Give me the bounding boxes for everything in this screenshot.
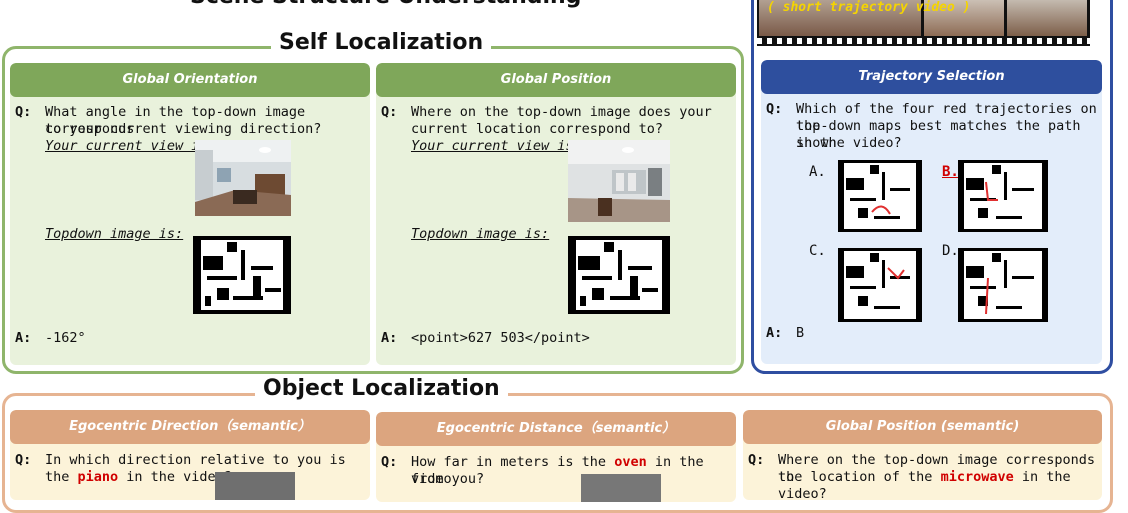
scene-thumbnail xyxy=(215,472,295,500)
egocentric-distance-panel: Egocentric Distance（semantic） Q: How far… xyxy=(376,412,736,502)
video-strip: ( short trajectory video ) xyxy=(757,0,1090,46)
q-label: Q: xyxy=(15,104,32,120)
egocentric-distance-header: Egocentric Distance（semantic） xyxy=(376,412,736,446)
global-position-panel: Global Position Q: Where on the top-down… xyxy=(376,63,736,365)
topdown-label: Topdown image is: xyxy=(45,226,184,242)
object-highlight: piano xyxy=(77,469,119,485)
option-b-map xyxy=(958,160,1048,232)
current-view-label: Your current view is: xyxy=(411,138,582,154)
option-a-map xyxy=(838,160,922,232)
question-line-2: the location of the microwave in the vid… xyxy=(778,469,1102,500)
question-line-2: the piano in the video? xyxy=(45,469,232,486)
global-orientation-header: Global Orientation xyxy=(10,63,370,97)
a-label: A: xyxy=(381,330,398,346)
option-a-label: A. xyxy=(809,164,826,180)
trajectory-selection-panel: Trajectory Selection Q: Which of the fou… xyxy=(761,60,1102,364)
q-label: Q: xyxy=(748,452,765,468)
global-position-header: Global Position xyxy=(376,63,736,97)
object-highlight: oven xyxy=(614,454,647,470)
question-prefix: the xyxy=(45,469,78,485)
q-label: Q: xyxy=(381,104,398,120)
video-caption: ( short trajectory video ) xyxy=(767,0,971,15)
option-d-label: D. xyxy=(942,243,959,259)
q-label: Q: xyxy=(766,101,783,117)
top-title: Scene Structure Understanding xyxy=(190,0,581,9)
option-b-label: B. xyxy=(942,164,959,180)
question-line-1: In which direction relative to you is xyxy=(45,452,346,468)
question-line-2: current location correspond to? xyxy=(411,121,663,137)
egocentric-direction-panel: Egocentric Direction（semantic） Q: In whi… xyxy=(10,410,370,500)
current-view-label: Your current view is: xyxy=(45,138,216,154)
scene-thumbnail xyxy=(581,474,661,502)
option-c-label: C. xyxy=(809,243,826,259)
question-prefix: the location of the xyxy=(778,469,941,485)
topdown-map-image xyxy=(193,236,291,314)
object-highlight: microwave xyxy=(940,469,1014,485)
answer-value: B xyxy=(796,325,805,341)
global-position-semantic-panel: Global Position (semantic) Q: Where on t… xyxy=(743,410,1102,500)
answer-value: -162° xyxy=(45,330,86,346)
question-line-2: to your current viewing direction? xyxy=(45,121,322,137)
answer-value: <point>627 503</point> xyxy=(411,330,590,346)
question-line-3: in the video? xyxy=(796,135,902,151)
current-view-image xyxy=(568,140,670,222)
a-label: A: xyxy=(766,325,783,341)
a-label: A: xyxy=(15,330,32,346)
topdown-label: Topdown image is: xyxy=(411,226,550,242)
trajectory-selection-header: Trajectory Selection xyxy=(761,60,1102,94)
question-line-1: Where on the top-down image does your xyxy=(411,104,712,120)
egocentric-direction-header: Egocentric Direction（semantic） xyxy=(10,410,370,444)
global-orientation-panel: Global Orientation Q: What angle in the … xyxy=(10,63,370,365)
option-c-map xyxy=(838,248,922,322)
question-prefix: How far in meters is the xyxy=(411,454,615,470)
topdown-map-image xyxy=(568,236,670,314)
current-view-image xyxy=(195,140,291,216)
q-label: Q: xyxy=(381,454,398,470)
global-position-semantic-header: Global Position (semantic) xyxy=(743,410,1102,444)
video-frame-3 xyxy=(1007,0,1087,36)
object-localization-title: Object Localization xyxy=(255,376,508,402)
option-d-map xyxy=(958,248,1048,322)
self-localization-title: Self Localization xyxy=(271,30,492,56)
q-label: Q: xyxy=(15,452,32,468)
